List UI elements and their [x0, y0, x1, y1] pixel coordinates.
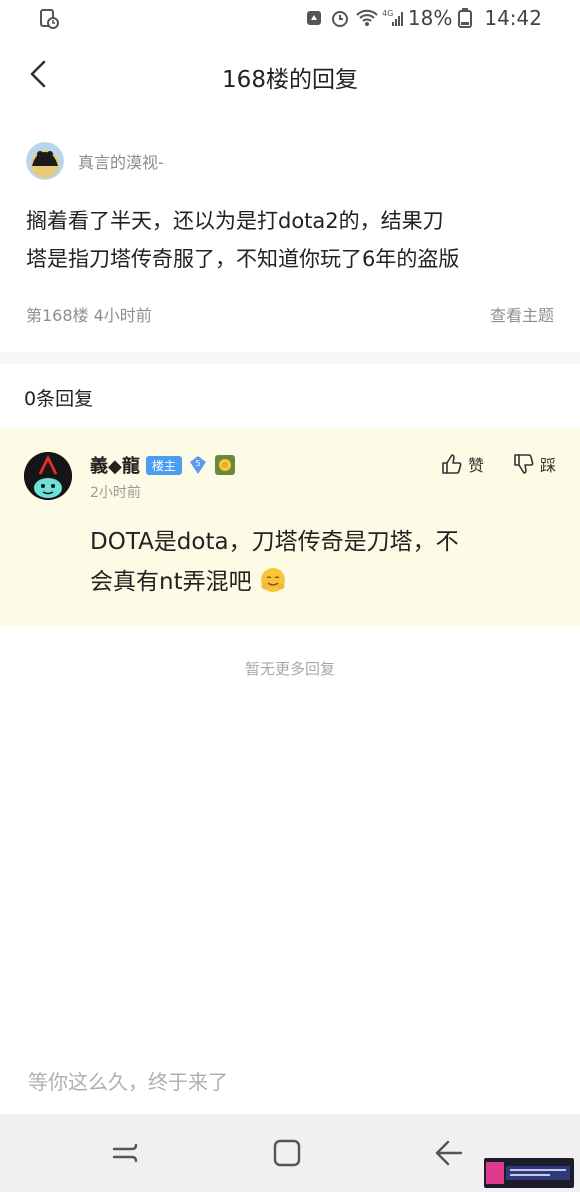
host-badge: 楼主	[145, 455, 182, 475]
clock: 14:42	[484, 6, 542, 30]
sun-badge-icon	[214, 454, 236, 476]
battery-percent: 18%	[407, 6, 453, 30]
page-title: 168楼的回复	[222, 67, 358, 93]
dislike-label: 踩	[539, 456, 556, 475]
home-button[interactable]	[270, 1136, 304, 1170]
like-label: 赞	[467, 456, 484, 475]
avatar[interactable]	[26, 142, 64, 180]
reply-text-line: DOTA是dota，刀塔传奇是刀塔，不	[90, 529, 459, 555]
reply-actions: 赞 踩	[440, 452, 556, 476]
reply-text-line: 会真有nt弄混吧	[90, 562, 540, 602]
smiling-emoji-icon	[260, 568, 285, 592]
post-author[interactable]: 真言的漠视-	[26, 142, 164, 180]
view-topic-link[interactable]: 查看主题	[490, 302, 554, 326]
reply-item: 義◆龍 楼主 5 2小时前 赞 踩 DOTA是dota，刀塔传奇是刀塔，不 会真…	[0, 428, 580, 626]
avatar[interactable]	[24, 452, 72, 500]
alarm-icon	[330, 8, 350, 28]
reply-content: DOTA是dota，刀塔传奇是刀塔，不 会真有nt弄混吧	[90, 522, 540, 602]
reply-time: 2小时前	[90, 485, 141, 501]
thumbs-up-icon	[442, 454, 462, 474]
signal-icon: 4G	[382, 8, 403, 28]
recent-apps-icon	[112, 1143, 138, 1163]
recent-apps-button[interactable]	[108, 1136, 142, 1170]
nav-bar: 168楼的回复	[0, 44, 580, 106]
post-content: 搁着看了半天，还以为是打dota2的，结果刀 塔是指刀塔传奇服了，不知道你玩了6…	[26, 202, 556, 278]
post-text-line: 搁着看了半天，还以为是打dota2的，结果刀	[26, 209, 444, 233]
arrow-left-icon	[435, 1140, 463, 1166]
author-name[interactable]: 真言的漠视-	[78, 149, 164, 173]
thumbs-down-icon	[514, 454, 534, 474]
reply-header: 義◆龍 楼主 5	[90, 452, 236, 478]
svg-text:4G: 4G	[382, 9, 393, 18]
notification-icon	[38, 8, 60, 34]
status-right: 4G 18% 14:42	[304, 6, 542, 30]
svg-text:5: 5	[195, 459, 200, 468]
no-more-replies: 暂无更多回复	[244, 660, 335, 678]
post-text-line: 塔是指刀塔传奇服了，不知道你玩了6年的盗版	[26, 247, 460, 271]
reply-author-name[interactable]: 義◆龍	[90, 452, 140, 478]
home-icon	[273, 1139, 301, 1167]
reply-input-bar[interactable]: 等你这么久，终于来了	[0, 1052, 580, 1114]
wifi-icon	[356, 8, 378, 28]
site-watermark	[484, 1158, 574, 1188]
battery-icon	[458, 8, 478, 28]
reply-input-placeholder[interactable]: 等你这么久，终于来了	[28, 1066, 228, 1095]
level-badge-icon: 5	[188, 455, 208, 475]
reply-text-segment: 会真有nt弄混吧	[90, 569, 252, 595]
reply-count: 0条回复	[24, 388, 94, 410]
dislike-button[interactable]: 踩	[512, 452, 556, 476]
recycle-icon	[304, 8, 324, 28]
like-button[interactable]: 赞	[440, 452, 484, 476]
status-bar: 4G 18% 14:42	[0, 0, 580, 40]
floor-and-time: 第168楼 4小时前	[26, 306, 152, 325]
system-back-button[interactable]	[432, 1136, 466, 1170]
section-divider	[0, 352, 580, 364]
